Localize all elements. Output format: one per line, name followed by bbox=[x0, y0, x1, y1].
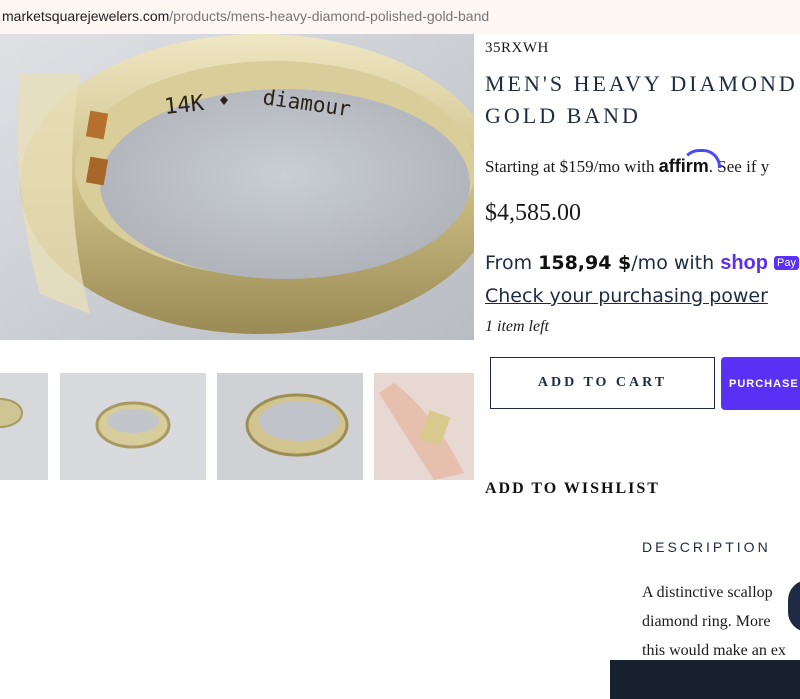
footer-bar bbox=[610, 660, 800, 699]
add-to-cart-button[interactable]: ADD TO CART bbox=[490, 357, 715, 409]
main-product-image[interactable]: 14K diamour bbox=[0, 34, 474, 340]
product-sku: 35RXWH bbox=[485, 40, 549, 56]
thumbnail-1[interactable] bbox=[0, 373, 48, 480]
product-price: $4,585.00 bbox=[485, 200, 581, 226]
thumbnail-2[interactable] bbox=[60, 373, 206, 480]
url-text[interactable]: marketsquarejewelers.com/products/mens-h… bbox=[2, 8, 489, 24]
engraving-14k: 14K bbox=[163, 91, 206, 120]
shop-pay-logo: shop bbox=[720, 252, 768, 274]
description-heading[interactable]: DESCRIPTION bbox=[642, 539, 771, 555]
address-bar[interactable]: marketsquarejewelers.com/products/mens-h… bbox=[0, 0, 800, 34]
thumbnail-4[interactable] bbox=[374, 373, 474, 480]
affirm-financing[interactable]: Starting at $159/mo with affirm. See if … bbox=[485, 149, 769, 177]
affirm-logo: affirm bbox=[659, 149, 721, 176]
description-text: A distinctive scallop diamond ring. More… bbox=[642, 584, 786, 659]
product-title: MEN'S HEAVY DIAMOND GOLD BAND bbox=[485, 71, 798, 128]
add-to-wishlist-button[interactable]: ADD TO WISHLIST bbox=[485, 480, 660, 498]
shop-pay-installments: From 158,94 $/mo with shop Pay bbox=[485, 252, 800, 275]
check-purchasing-power-link[interactable]: Check your purchasing power bbox=[485, 285, 768, 307]
shop-pay-purchase-button[interactable]: PURCHASE W bbox=[721, 357, 800, 410]
stock-status: 1 item left bbox=[485, 318, 549, 335]
thumbnail-3[interactable] bbox=[217, 373, 363, 480]
